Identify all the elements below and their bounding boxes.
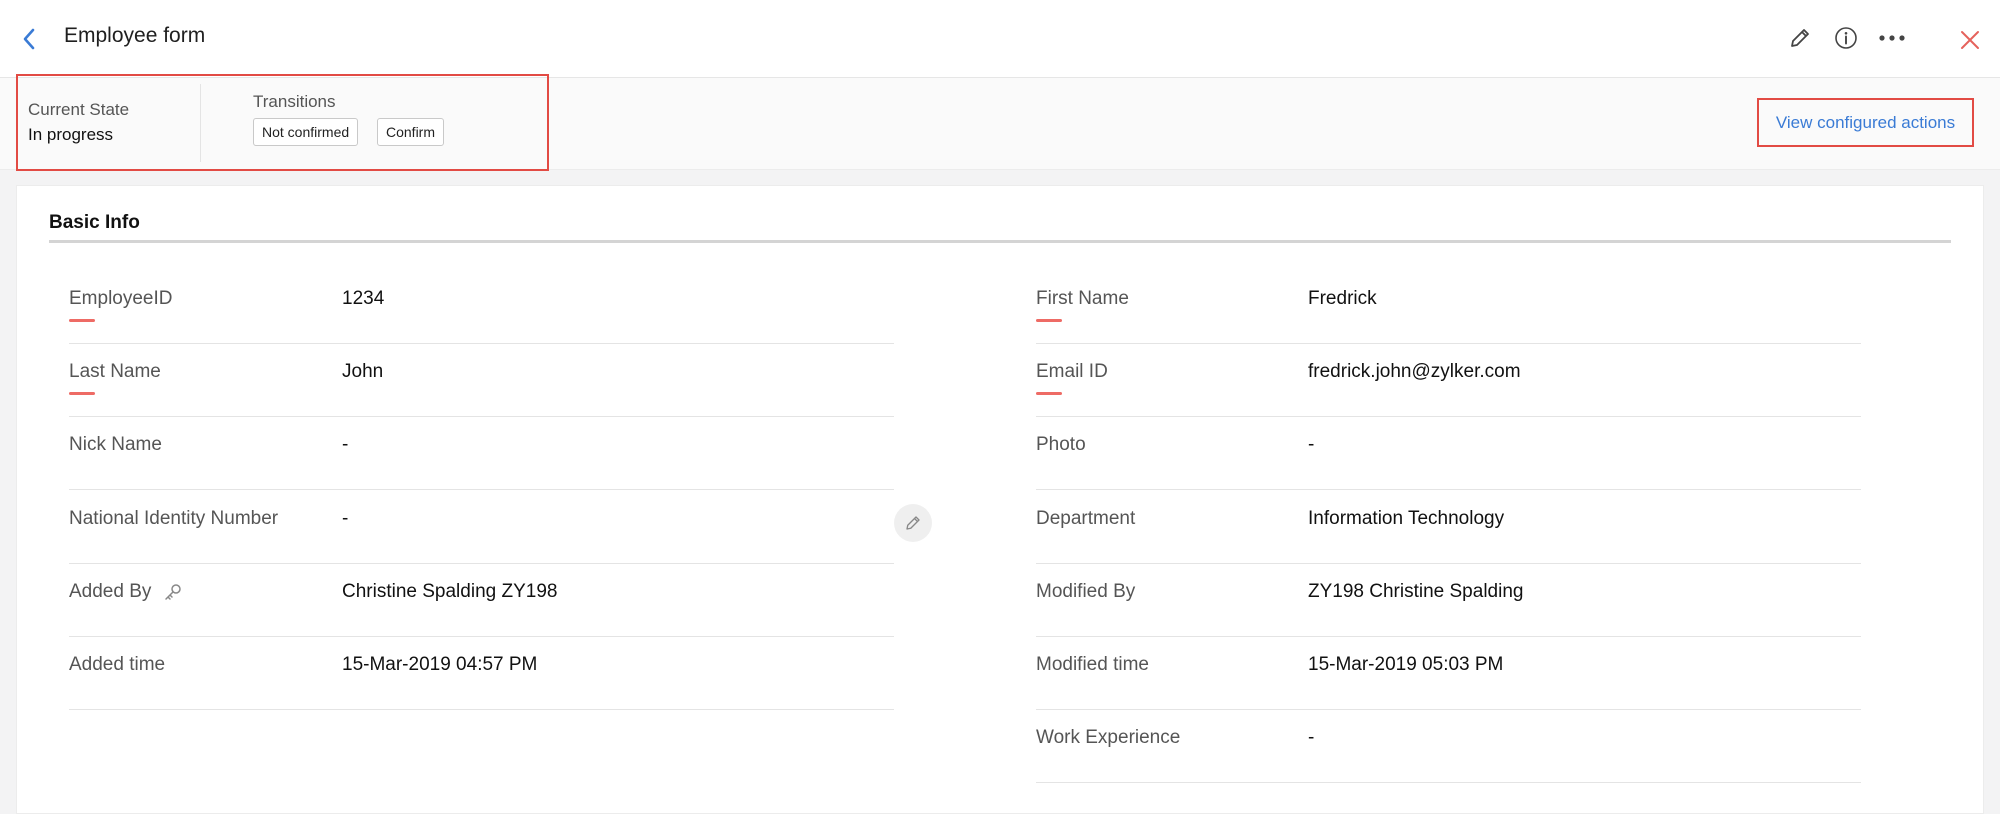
field-value: - (342, 508, 349, 529)
field-value: - (1308, 727, 1315, 748)
info-icon (1835, 27, 1857, 49)
field-national-identity-number: National Identity Number - (69, 490, 894, 564)
key-icon (164, 584, 181, 600)
field-label-wrapper: Added By (69, 581, 183, 603)
transitions-label: Transitions (253, 92, 336, 111)
field-first-name: First Name Fredrick (1036, 270, 1861, 344)
field-underline (69, 709, 894, 710)
pencil-icon (906, 516, 920, 530)
field-added-by: Added By Christine Spalding ZY198 (69, 563, 894, 637)
pencil-icon (1791, 29, 1809, 47)
field-value: 1234 (342, 288, 385, 309)
required-marker (1036, 319, 1062, 322)
more-options-button[interactable] (1874, 20, 1910, 56)
current-state-value: In progress (28, 125, 114, 144)
close-button[interactable] (1952, 22, 1988, 58)
field-label: Photo (1036, 434, 1086, 455)
state-divider (200, 84, 201, 162)
field-nick-name: Nick Name - (69, 416, 894, 490)
field-value: Information Technology (1308, 508, 1505, 529)
field-label: Last Name (69, 361, 161, 382)
transition-confirm-button[interactable]: Confirm (377, 118, 445, 146)
current-state-label: Current State (28, 100, 130, 119)
required-marker (1036, 392, 1062, 395)
more-horizontal-icon (1879, 35, 1905, 41)
view-configured-actions-link[interactable]: View configured actions (1757, 98, 1974, 147)
required-marker (69, 392, 95, 395)
field-label: Modified By (1036, 581, 1136, 602)
field-label: EmployeeID (69, 288, 173, 309)
field-label: Added By (69, 581, 152, 602)
edit-button[interactable] (1782, 20, 1818, 56)
field-work-experience: Work Experience - (1036, 709, 1861, 783)
field-label: Modified time (1036, 654, 1149, 675)
section-divider (49, 240, 1951, 243)
field-value: - (342, 434, 349, 455)
field-label: First Name (1036, 288, 1129, 309)
field-label: Nick Name (69, 434, 162, 455)
chevron-left-icon (23, 28, 35, 50)
field-email-id: Email ID fredrick.john@zylker.com (1036, 343, 1861, 417)
field-employee-id: EmployeeID 1234 (69, 270, 894, 344)
field-last-name: Last Name John (69, 343, 894, 417)
section-title: Basic Info (49, 212, 140, 233)
field-value: ZY198 Christine Spalding (1308, 581, 1524, 602)
required-marker (69, 319, 95, 322)
field-label: Work Experience (1036, 727, 1181, 748)
field-modified-time: Modified time 15-Mar-2019 05:03 PM (1036, 636, 1861, 710)
field-value: Christine Spalding ZY198 (342, 581, 558, 602)
field-value: Fredrick (1308, 288, 1377, 309)
field-added-time: Added time 15-Mar-2019 04:57 PM (69, 636, 894, 710)
field-value: John (342, 361, 384, 382)
field-modified-by: Modified By ZY198 Christine Spalding (1036, 563, 1861, 637)
edit-field-button[interactable] (894, 504, 932, 542)
info-button[interactable] (1828, 20, 1864, 56)
field-value: 15-Mar-2019 04:57 PM (342, 654, 538, 675)
field-value: 15-Mar-2019 05:03 PM (1308, 654, 1504, 675)
close-icon (1961, 31, 1979, 49)
field-label: Added time (69, 654, 166, 675)
field-underline (1036, 782, 1861, 783)
field-value: fredrick.john@zylker.com (1308, 361, 1521, 382)
transition-not-confirmed-button[interactable]: Not confirmed (253, 118, 359, 146)
top-header: Employee form (0, 0, 2000, 78)
field-label: Email ID (1036, 361, 1108, 382)
field-department: Department Information Technology (1036, 490, 1861, 564)
field-value: - (1308, 434, 1315, 455)
field-photo: Photo - (1036, 416, 1861, 490)
field-label: Department (1036, 508, 1136, 529)
field-label: National Identity Number (69, 508, 279, 529)
back-button[interactable] (14, 22, 44, 56)
page-title: Employee form (64, 24, 206, 47)
